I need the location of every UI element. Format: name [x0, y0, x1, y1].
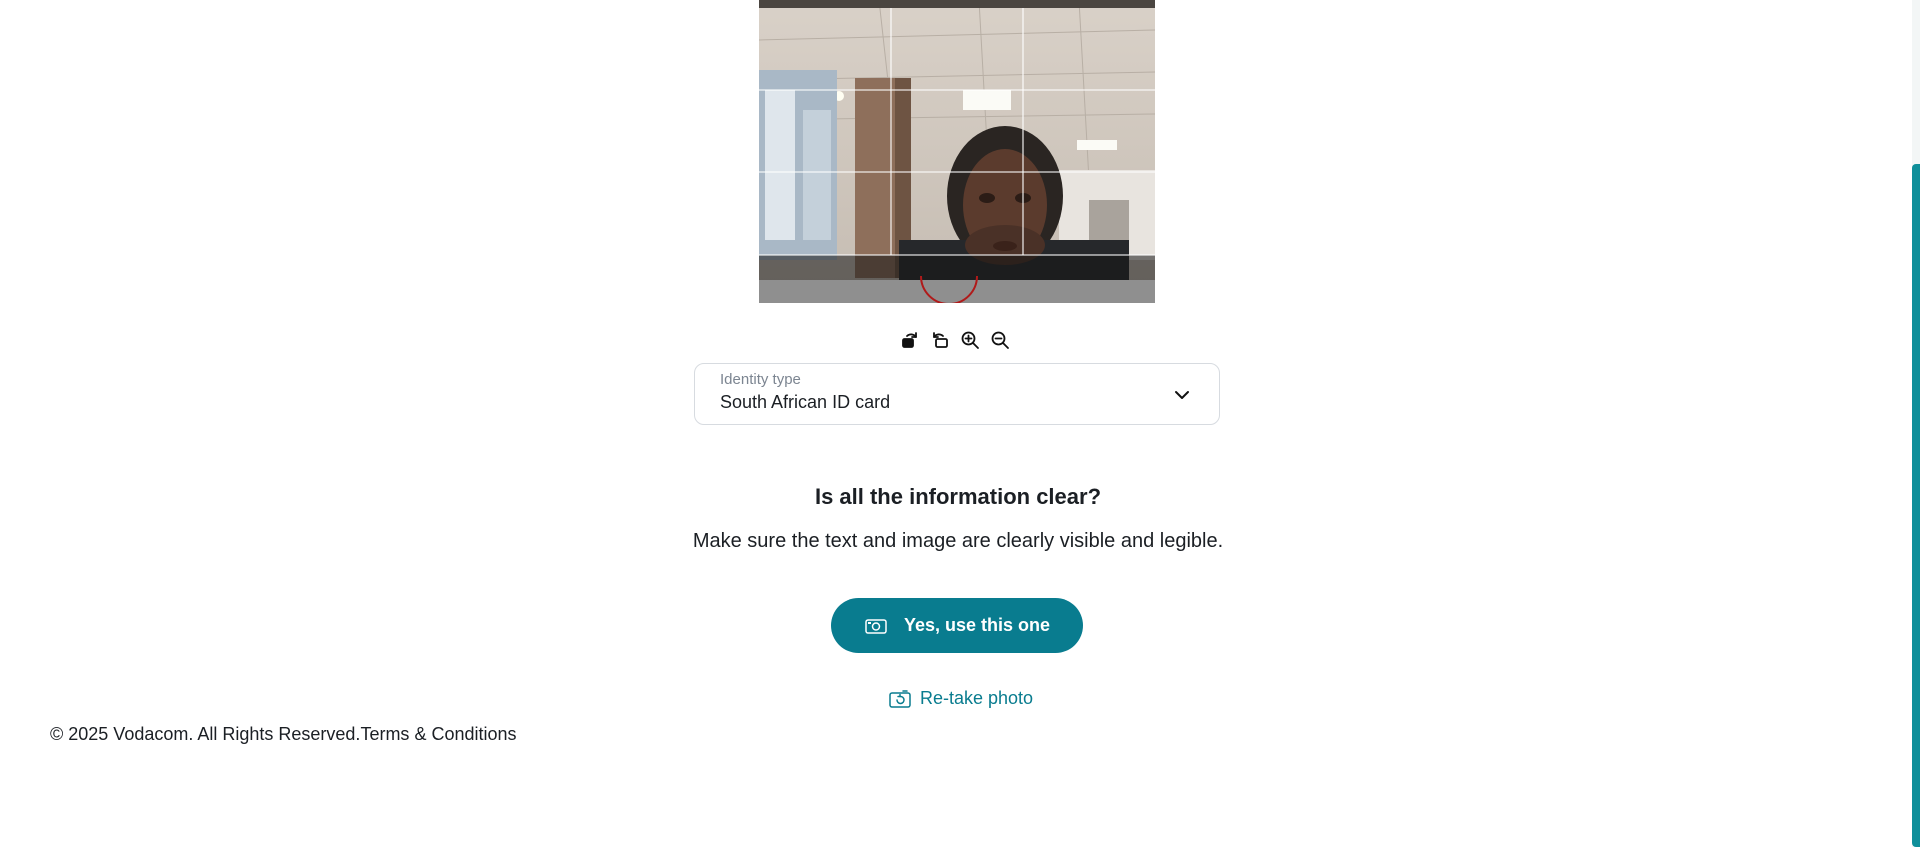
use-photo-label: Yes, use this one — [903, 615, 1051, 635]
zoom-in-icon — [961, 331, 979, 349]
identity-type-value: South African ID card — [720, 392, 891, 412]
camera-photo — [759, 0, 1155, 303]
camera-icon — [865, 618, 887, 634]
terms-link[interactable]: Terms & Conditions — [360, 724, 516, 744]
identity-type-label: Identity type — [720, 371, 801, 388]
chevron-down-icon — [1175, 391, 1189, 399]
identity-type-select[interactable]: Identity type South African ID card — [694, 363, 1220, 425]
rotate-right-button[interactable] — [898, 328, 922, 352]
copyright-text: © 2025 Vodacom. All Rights Reserved. — [50, 724, 361, 744]
photo-preview[interactable] — [759, 0, 1155, 303]
zoom-in-button[interactable] — [958, 328, 982, 352]
rotate-right-icon — [902, 332, 917, 348]
retake-photo-label: Re-take photo — [920, 688, 1034, 708]
confirm-hint: Make sure the text and image are clearly… — [692, 530, 1224, 552]
zoom-out-button[interactable] — [988, 328, 1012, 352]
page-scrollbar[interactable] — [1912, 0, 1920, 847]
scrollbar-thumb[interactable] — [1912, 164, 1920, 847]
preview-top-band — [759, 0, 1155, 8]
footer: © 2025 Vodacom. All Rights Reserved.Term… — [50, 724, 517, 745]
camera-retake-icon — [889, 689, 911, 708]
retake-photo-link[interactable]: Re-take photo — [888, 688, 1033, 709]
image-toolbar — [898, 328, 1012, 352]
zoom-out-icon — [991, 331, 1009, 349]
rotate-left-icon — [933, 332, 948, 348]
confirm-question: Is all the information clear? — [814, 484, 1102, 509]
rotate-left-button[interactable] — [928, 328, 952, 352]
use-photo-button[interactable]: Yes, use this one — [831, 598, 1083, 653]
